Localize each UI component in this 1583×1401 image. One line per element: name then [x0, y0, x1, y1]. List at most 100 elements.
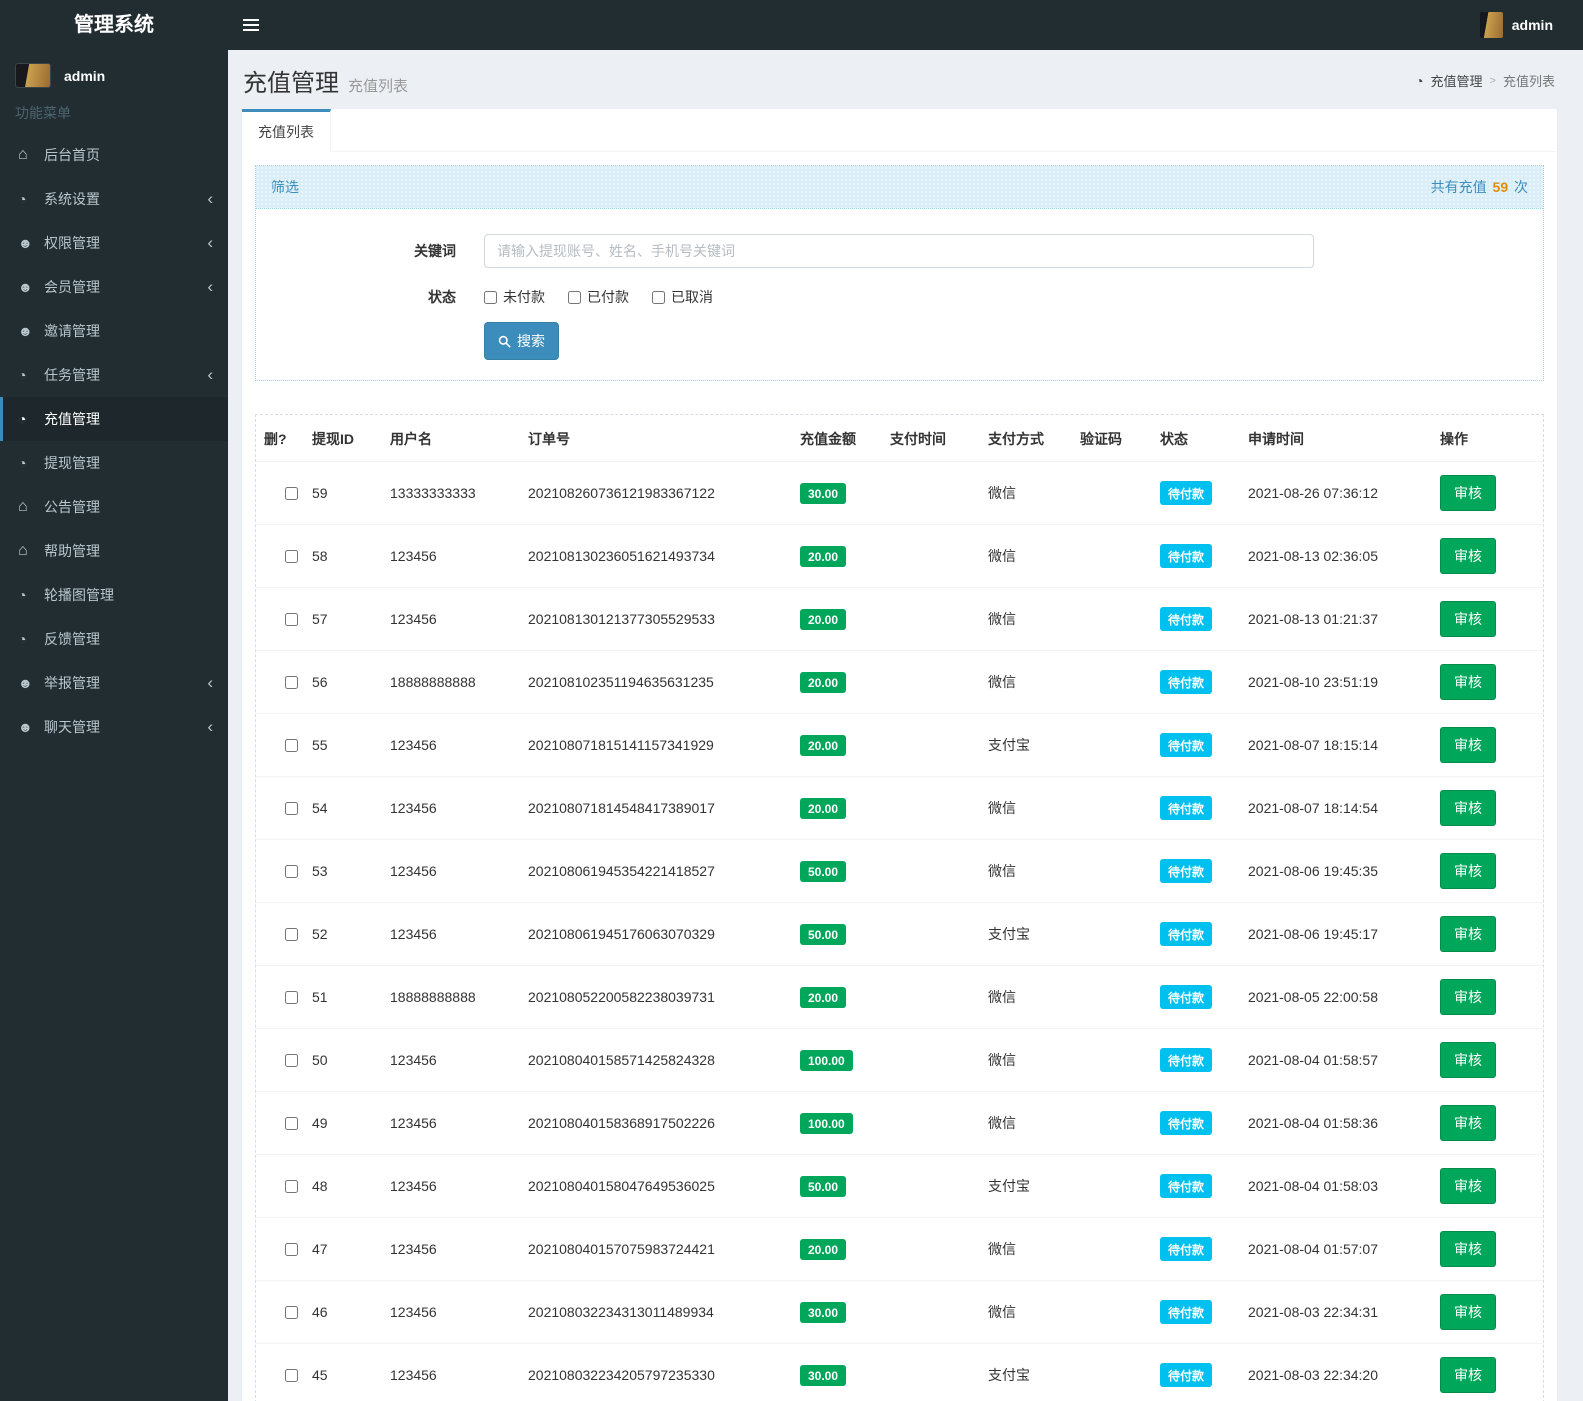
- cell-amount: 20.00: [792, 651, 882, 714]
- status-checkbox[interactable]: [652, 291, 665, 304]
- sidebar-menu-item[interactable]: 后台首页: [0, 133, 228, 177]
- amount-badge: 20.00: [800, 798, 846, 819]
- status-checkbox[interactable]: [484, 291, 497, 304]
- status-badge: 待付款: [1160, 796, 1212, 820]
- audit-button[interactable]: 审核: [1440, 790, 1496, 826]
- cell-status: 待付款: [1152, 588, 1240, 651]
- sidebar-user-name: admin: [64, 68, 105, 84]
- cell-pay-time: [882, 588, 980, 651]
- cell-order-no: 202108040158368917502226: [520, 1092, 792, 1155]
- row-delete-checkbox[interactable]: [285, 928, 298, 941]
- row-delete-checkbox[interactable]: [285, 802, 298, 815]
- audit-button[interactable]: 审核: [1440, 1105, 1496, 1141]
- chevron-left-icon: ‹: [207, 236, 213, 250]
- cell-apply-time: 2021-08-06 19:45:35: [1240, 840, 1432, 903]
- cell-apply-time: 2021-08-04 01:58:57: [1240, 1029, 1432, 1092]
- menu-item-icon: [18, 191, 44, 207]
- menu-item-icon: [18, 146, 44, 164]
- sidebar-user-panel: admin: [0, 50, 228, 95]
- row-delete-checkbox[interactable]: [285, 865, 298, 878]
- amount-badge: 30.00: [800, 1365, 846, 1386]
- chevron-left-icon: ‹: [207, 280, 213, 294]
- status-option[interactable]: 未付款: [484, 287, 545, 307]
- sidebar-menu-item[interactable]: 提现管理: [0, 441, 228, 485]
- cell-amount: 50.00: [792, 1155, 882, 1218]
- cell-amount: 100.00: [792, 1092, 882, 1155]
- amount-badge: 20.00: [800, 609, 846, 630]
- cell-pay-method: 微信: [980, 1218, 1072, 1281]
- status-option[interactable]: 已付款: [568, 287, 629, 307]
- cell-status: 待付款: [1152, 714, 1240, 777]
- status-option[interactable]: 已取消: [652, 287, 713, 307]
- status-checkbox[interactable]: [568, 291, 581, 304]
- sidebar-menu-item[interactable]: 轮播图管理: [0, 573, 228, 617]
- cell-verify-code: [1072, 840, 1152, 903]
- row-delete-checkbox[interactable]: [285, 991, 298, 1004]
- audit-button[interactable]: 审核: [1440, 727, 1496, 763]
- column-header: 删?: [256, 415, 304, 462]
- audit-button[interactable]: 审核: [1440, 475, 1496, 511]
- sidebar-toggle-button[interactable]: [228, 0, 274, 50]
- audit-button[interactable]: 审核: [1440, 1357, 1496, 1393]
- row-delete-checkbox[interactable]: [285, 739, 298, 752]
- audit-button[interactable]: 审核: [1440, 979, 1496, 1015]
- hamburger-icon: [243, 19, 259, 21]
- sidebar-menu-item[interactable]: 会员管理 ‹: [0, 265, 228, 309]
- sidebar-menu-item[interactable]: 举报管理 ‹: [0, 661, 228, 705]
- audit-button[interactable]: 审核: [1440, 664, 1496, 700]
- audit-button[interactable]: 审核: [1440, 1168, 1496, 1204]
- cell-verify-code: [1072, 1092, 1152, 1155]
- menu-item-label: 聊天管理: [44, 717, 207, 737]
- user-menu[interactable]: admin: [1480, 12, 1583, 38]
- app-logo[interactable]: 管理系统: [0, 0, 228, 50]
- sidebar-menu-item[interactable]: 帮助管理: [0, 529, 228, 573]
- keyword-input[interactable]: [484, 234, 1314, 268]
- sidebar-menu-item[interactable]: 公告管理: [0, 485, 228, 529]
- audit-button[interactable]: 审核: [1440, 538, 1496, 574]
- cell-withdraw-id: 59: [304, 462, 382, 525]
- row-delete-checkbox[interactable]: [285, 676, 298, 689]
- table-row: 53 123456 202108061945354221418527 50.00…: [256, 840, 1543, 903]
- audit-button[interactable]: 审核: [1440, 601, 1496, 637]
- recharge-card: 充值列表 筛选 共有充值 59 次 关键词: [242, 109, 1557, 1401]
- row-delete-checkbox[interactable]: [285, 1117, 298, 1130]
- sidebar-menu-item[interactable]: 邀请管理: [0, 309, 228, 353]
- content-area: 充值管理 充值列表 充值管理 > 充值列表 充值列表 筛选: [228, 50, 1583, 1401]
- sidebar-menu-item[interactable]: 反馈管理: [0, 617, 228, 661]
- status-option-label: 已取消: [671, 287, 713, 307]
- row-delete-checkbox[interactable]: [285, 1369, 298, 1382]
- cell-withdraw-id: 54: [304, 777, 382, 840]
- status-badge: 待付款: [1160, 481, 1212, 505]
- row-delete-checkbox[interactable]: [285, 1243, 298, 1256]
- cell-verify-code: [1072, 588, 1152, 651]
- search-button[interactable]: 搜索: [484, 322, 559, 360]
- row-delete-checkbox[interactable]: [285, 1054, 298, 1067]
- cell-action: 审核: [1432, 1281, 1543, 1344]
- cell-pay-method: 微信: [980, 588, 1072, 651]
- cell-username: 123456: [382, 1218, 520, 1281]
- cell-withdraw-id: 52: [304, 903, 382, 966]
- audit-button[interactable]: 审核: [1440, 1294, 1496, 1330]
- audit-button[interactable]: 审核: [1440, 916, 1496, 952]
- sidebar-menu-item[interactable]: 聊天管理 ‹: [0, 705, 228, 749]
- cell-pay-method: 微信: [980, 462, 1072, 525]
- cell-verify-code: [1072, 903, 1152, 966]
- breadcrumb-link[interactable]: 充值管理: [1431, 71, 1483, 90]
- cell-pay-time: [882, 1092, 980, 1155]
- row-delete-checkbox[interactable]: [285, 613, 298, 626]
- sidebar-menu-item[interactable]: 任务管理 ‹: [0, 353, 228, 397]
- cell-verify-code: [1072, 1344, 1152, 1401]
- row-delete-checkbox[interactable]: [285, 1306, 298, 1319]
- audit-button[interactable]: 审核: [1440, 1231, 1496, 1267]
- sidebar-menu-item[interactable]: 充值管理: [0, 397, 228, 441]
- row-delete-checkbox[interactable]: [285, 1180, 298, 1193]
- sidebar-menu-item[interactable]: 系统设置 ‹: [0, 177, 228, 221]
- audit-button[interactable]: 审核: [1440, 853, 1496, 889]
- tab-recharge-list[interactable]: 充值列表: [242, 109, 331, 152]
- cell-username: 123456: [382, 1281, 520, 1344]
- table-row: 54 123456 202108071814548417389017 20.00…: [256, 777, 1543, 840]
- row-delete-checkbox[interactable]: [285, 487, 298, 500]
- audit-button[interactable]: 审核: [1440, 1042, 1496, 1078]
- row-delete-checkbox[interactable]: [285, 550, 298, 563]
- sidebar-menu-item[interactable]: 权限管理 ‹: [0, 221, 228, 265]
